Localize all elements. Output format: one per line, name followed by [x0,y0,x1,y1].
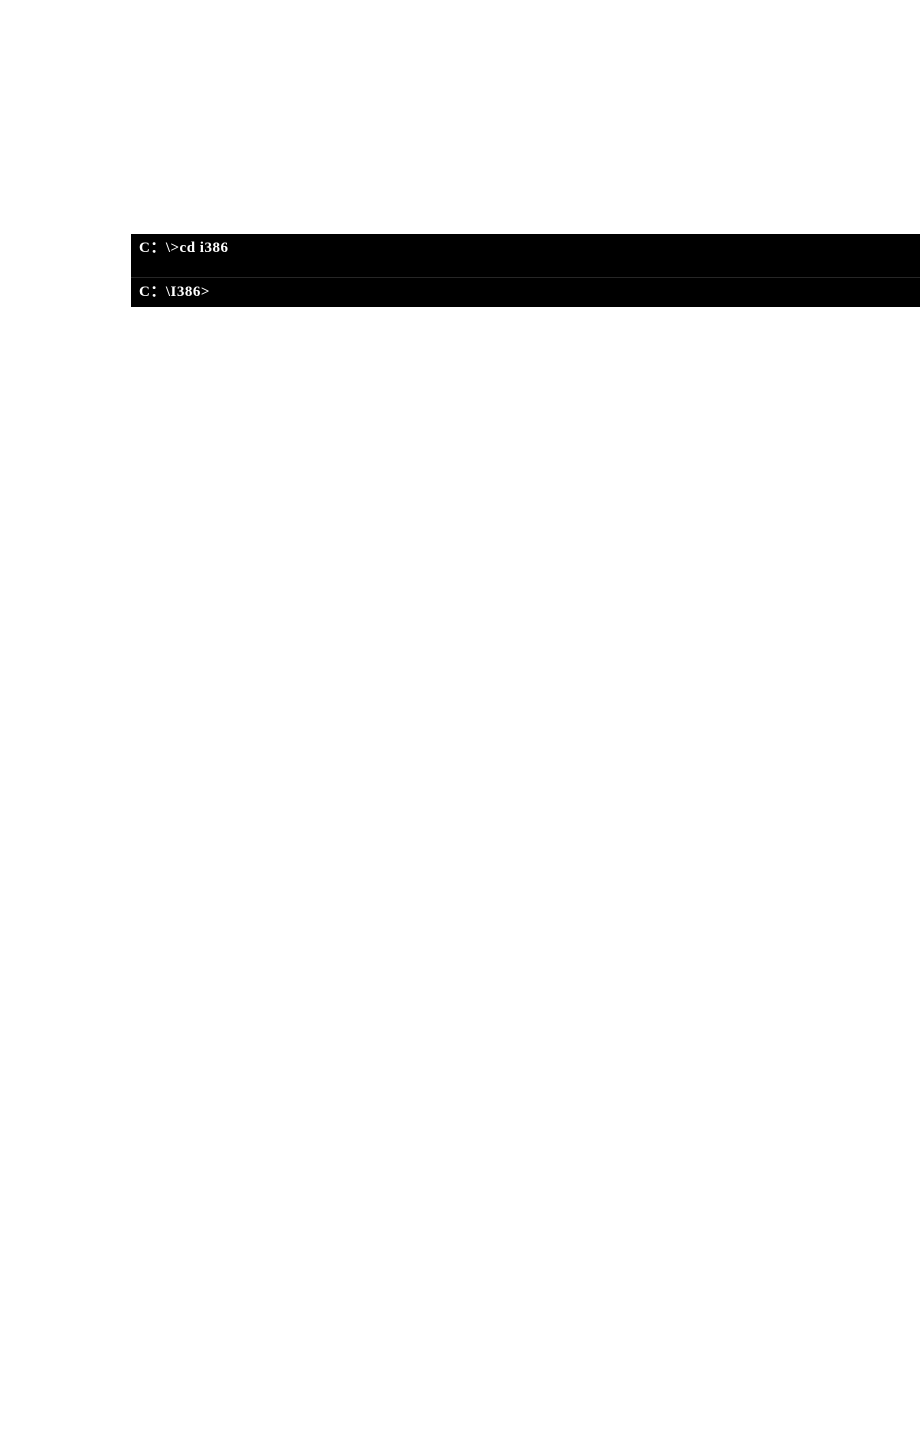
terminal-text: C：\>cd i386 [139,240,228,256]
terminal-text: C：\I386> [139,284,210,300]
terminal-line: C：\I386> [131,278,920,307]
terminal-line: C：\>cd i386 [131,234,920,278]
terminal-window[interactable]: C：\>cd i386 C：\I386> [131,234,920,307]
